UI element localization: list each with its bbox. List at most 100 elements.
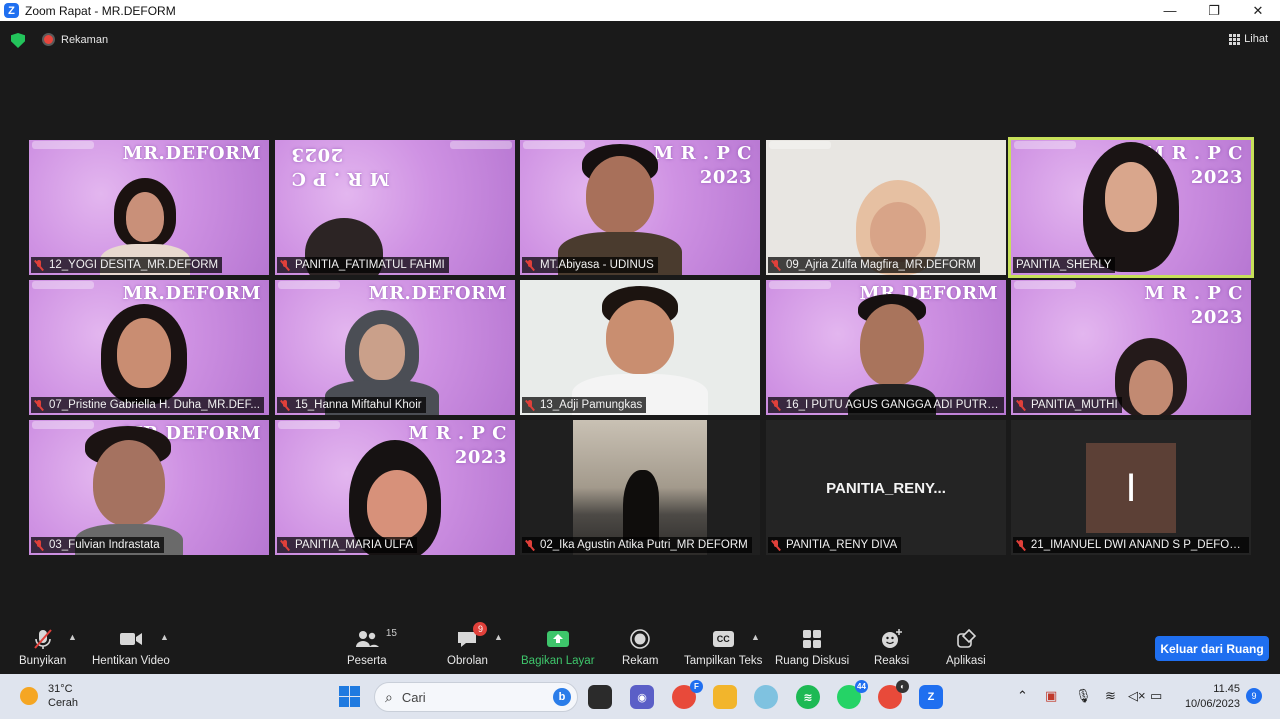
video-tile[interactable]: M R . P C 2023 PANITIA_MUTHI [1011,280,1251,415]
muted-mic-icon [771,399,781,411]
participant-video [573,420,707,555]
audio-options-chevron-icon[interactable]: ▲ [68,632,77,642]
bing-icon[interactable]: b [553,688,571,706]
leave-meeting-button[interactable]: Keluar dari Ruang [1155,636,1269,661]
muted-mic-icon [280,259,290,271]
participants-count: 15 [385,628,397,639]
record-button[interactable]: Rekam [622,628,658,667]
chat-bubble-icon: 9 [455,622,488,650]
participants-button[interactable]: 15 Peserta [347,628,397,667]
share-screen-button[interactable]: Bagikan Layar [521,628,595,667]
chrome-profile-icon[interactable]: ◐ [878,680,909,709]
participant-name-bar: 09_Ajria Zulfa Magfira_MR.DEFORM [768,257,980,273]
tile-status-icons [769,141,831,149]
participant-name-bar: PANITIA_FATIMATUL FAHMI [277,257,449,273]
video-tile[interactable]: MR.DEFORM 12_YOGI DESITA_MR.DEFORM [29,140,269,275]
video-tile-active-speaker[interactable]: M R . P C 2023 PANITIA_SHERLY [1008,137,1254,278]
unmute-button[interactable]: Bunyikan [19,628,66,667]
show-hidden-icons-chevron-icon[interactable]: ⌃ [1017,688,1028,704]
participant-name-bar: 15_Hanna Miftahul Khoir [277,397,426,413]
microphone-tray-icon[interactable]: 🎙︎ [1075,688,1092,704]
participant-name: 13_Adji Pamungkas [540,399,643,411]
window-title: Zoom Rapat - MR.DEFORM [25,3,176,18]
taskbar-clock[interactable]: 11.45 10/06/2023 [1185,682,1240,712]
zoom-taskbar-icon[interactable]: Z [919,685,943,709]
video-tile[interactable]: PANITIA_RENY... PANITIA_RENY DIVA [766,420,1006,555]
tile-status-icons [32,421,94,429]
tile-status-icons [278,281,340,289]
background-brand-text: M R . P C 2023 [291,144,390,189]
chat-options-chevron-icon[interactable]: ▲ [494,632,503,642]
video-tile[interactable]: 09_Ajria Zulfa Magfira_MR.DEFORM [766,140,1006,275]
reactions-button[interactable]: Reaksi [874,628,909,667]
video-tile[interactable]: MR.DEFORM 03_Fulvian Indrastata [29,420,269,555]
video-tile[interactable]: 13_Adji Pamungkas [520,280,760,415]
participant-name: PANITIA_MARIA ULFA [295,539,414,551]
chat-button[interactable]: 9 Obrolan [447,622,488,667]
app-tray-icon[interactable]: ▣ [1045,688,1057,704]
tile-status-icons [523,141,585,149]
profile-app-icon[interactable] [754,685,778,709]
windows-taskbar: 31°C Cerah ⌕ Cari b ◉ F ≋ 44 ◐ Z ⌃ ▣ 🎙︎ … [0,674,1280,719]
participant-name: 21_IMANUEL DWI ANAND S P_DEFORM [1030,539,1245,551]
notification-count-badge[interactable]: 9 [1246,688,1262,704]
speaker-muted-icon[interactable]: ◁× [1128,688,1146,704]
view-button[interactable]: Lihat [1229,33,1268,45]
participant-name-bar: PANITIA_SHERLY [1013,257,1116,273]
muted-mic-icon [771,539,781,551]
encryption-shield-icon[interactable] [11,33,25,48]
video-tile[interactable]: 02_Ika Agustin Atika Putri_MR DEFORM [520,420,760,555]
participant-name-bar: 02_Ika Agustin Atika Putri_MR DEFORM [522,537,752,553]
file-explorer-icon[interactable] [713,685,737,709]
share-screen-icon [546,628,570,650]
taskbar-search-input[interactable]: ⌕ Cari b [374,682,578,712]
video-tile[interactable]: I 21_IMANUEL DWI ANAND S P_DEFORM [1011,420,1251,555]
video-tile[interactable]: M R . P C 2023 MT.Abiyasa - UDINUS [520,140,760,275]
participant-name: 09_Ajria Zulfa Magfira_MR.DEFORM [786,259,976,271]
chrome-icon[interactable]: F [672,680,703,709]
whatsapp-icon[interactable]: 44 [837,680,868,709]
breakout-rooms-button[interactable]: Ruang Diskusi [775,628,849,667]
chat-label: Obrolan [447,655,488,667]
wifi-icon[interactable]: ≋ [1105,688,1116,704]
breakout-rooms-icon [801,628,823,650]
close-button[interactable]: ✕ [1236,0,1280,21]
chat-unread-badge: 9 [473,622,488,636]
tile-status-icons [32,141,94,149]
participant-name-bar: 03_Fulvian Indrastata [31,537,164,553]
participant-name-bar: PANITIA_MARIA ULFA [277,537,418,553]
meeting-topbar: Rekaman Lihat [0,21,1280,59]
muted-mic-icon [1016,539,1026,551]
zoom-logo-icon: Z [4,3,19,18]
spotify-icon[interactable]: ≋ [796,685,820,709]
background-brand-text: MR.DEFORM [122,283,261,304]
apps-button[interactable]: Aplikasi [946,628,986,667]
video-tile[interactable]: M R . P C 2023 PANITIA_FATIMATUL FAHMI [275,140,515,275]
record-icon [629,628,651,650]
captions-options-chevron-icon[interactable]: ▲ [751,632,760,642]
battery-icon[interactable]: ▭ [1150,688,1162,704]
video-tile[interactable]: M R . P C 2023 PANITIA_MARIA ULFA [275,420,515,555]
weather-condition: Cerah [48,697,78,709]
video-options-chevron-icon[interactable]: ▲ [160,632,169,642]
avatar: I [1086,443,1176,533]
weather-widget[interactable]: 31°C Cerah [20,682,78,710]
video-tile[interactable]: MR.DEFORM 15_Hanna Miftahul Khoir [275,280,515,415]
temperature: 31°C [48,683,73,695]
video-tile[interactable]: MR.DEFORM 07_Pristine Gabriella H. Duha_… [29,280,269,415]
minimize-button[interactable]: — [1148,0,1192,21]
apps-label: Aplikasi [946,655,986,667]
maximize-button[interactable]: ❐ [1192,0,1236,21]
teams-icon[interactable]: ◉ [630,685,654,709]
search-icon: ⌕ [385,688,393,705]
task-view-icon[interactable] [588,685,612,709]
participant-name: 16_I PUTU AGUS GANGGA ADI PUTRA... [785,399,1000,411]
record-label: Rekam [622,655,659,667]
muted-mic-icon [525,539,535,551]
stop-video-button[interactable]: Hentikan Video [92,628,170,667]
smiley-plus-icon [880,628,904,650]
recording-indicator[interactable]: Rekaman [42,33,108,46]
participant-name: PANITIA_SHERLY [1016,259,1112,271]
windows-start-icon[interactable] [339,686,360,707]
video-tile[interactable]: MR.DEFORM 16_I PUTU AGUS GANGGA ADI PUTR… [766,280,1006,415]
